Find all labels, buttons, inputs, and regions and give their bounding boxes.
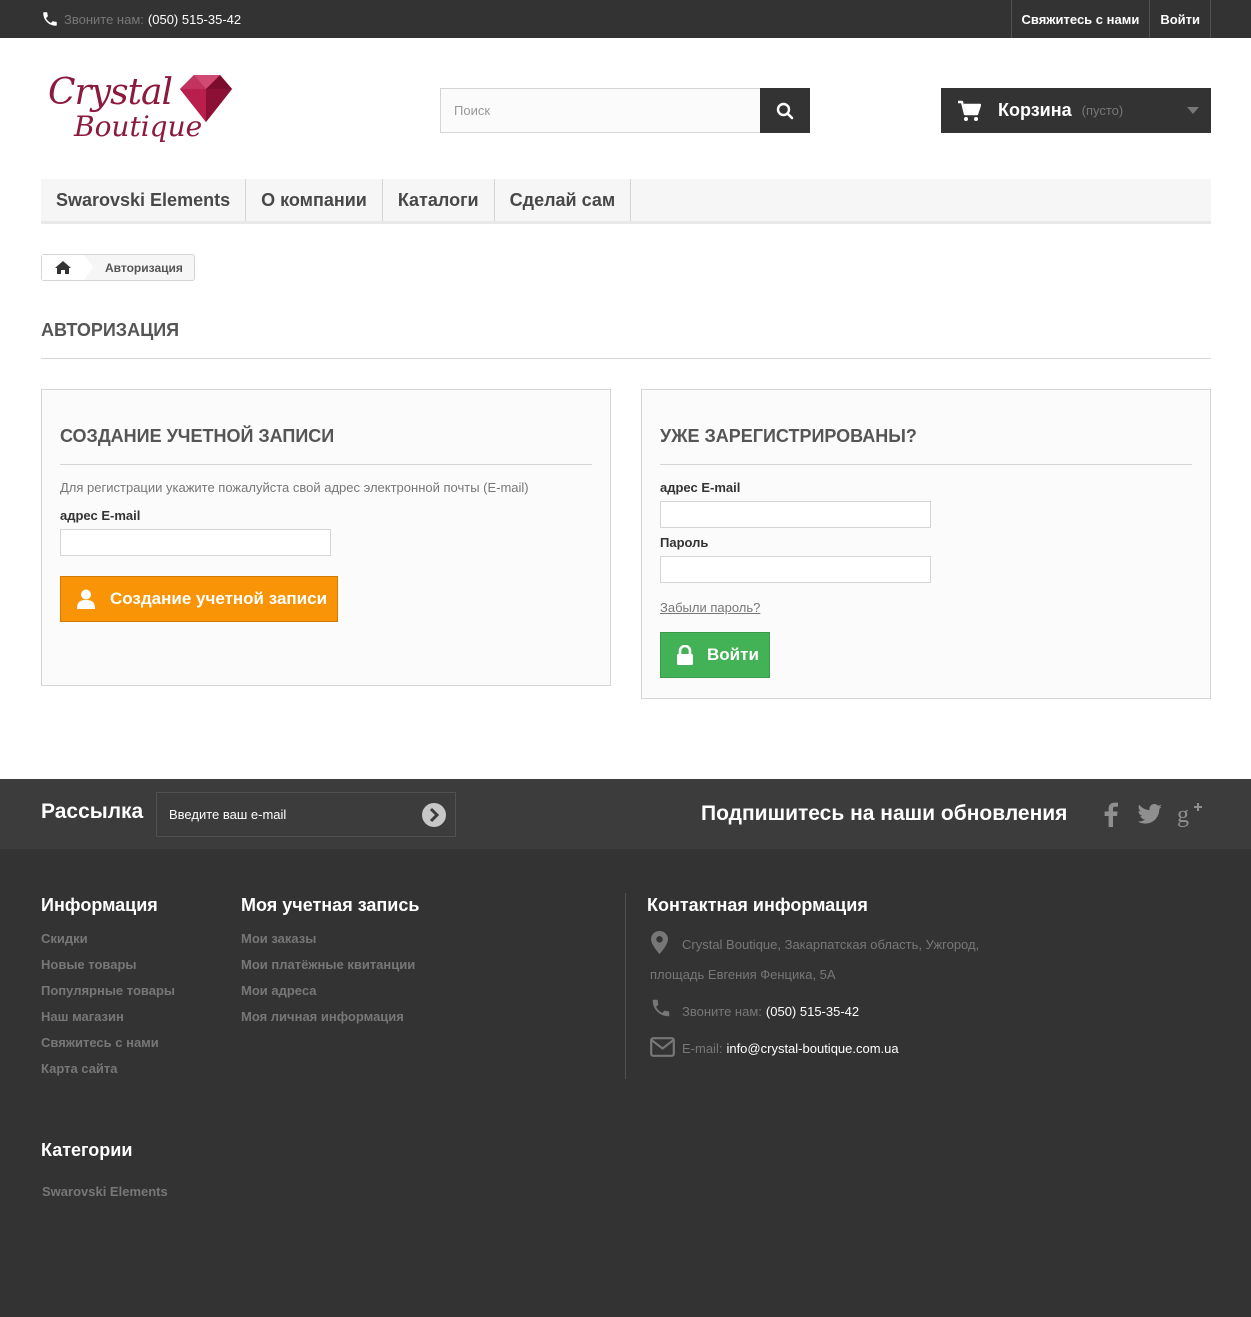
google-plus-icon[interactable]: g — [1177, 801, 1203, 827]
forgot-password-link[interactable]: Забыли пароль? — [660, 600, 760, 615]
logo[interactable]: Crystal Boutique — [48, 70, 238, 155]
footer-link-orders[interactable]: Мои заказы — [241, 931, 316, 946]
create-account-title: СОЗДАНИЕ УЧЕТНОЙ ЗАПИСИ — [60, 426, 592, 465]
cart-label: Корзина — [998, 100, 1072, 120]
envelope-icon — [650, 1037, 675, 1057]
top-links: Свяжитесь с нами Войти — [1010, 0, 1211, 38]
cart-icon — [958, 100, 981, 121]
login-link[interactable]: Войти — [1149, 0, 1211, 38]
cart-button[interactable]: Корзина (пусто) — [941, 88, 1211, 133]
create-email-field[interactable] — [60, 529, 331, 556]
search-button[interactable] — [760, 88, 810, 133]
newsletter-submit-icon[interactable] — [421, 802, 447, 828]
footer-link-new-products[interactable]: Новые товары — [41, 957, 137, 972]
contact-us-link[interactable]: Свяжитесь с нами — [1010, 0, 1150, 38]
breadcrumb-current: Авторизация — [105, 260, 183, 275]
footer-link-personal-info[interactable]: Моя личная информация — [241, 1009, 404, 1024]
menu-item-catalogs[interactable]: Каталоги — [383, 179, 495, 221]
footer-categories-title: Категории — [41, 1140, 133, 1160]
footer-account-title: Моя учетная запись — [241, 895, 420, 915]
footer: Информация Скидки Новые товары Популярны… — [0, 849, 1251, 1317]
footer-phone: Звоните нам: (050) 515-35-42 — [682, 1004, 859, 1019]
footer-link-addresses[interactable]: Мои адреса — [241, 983, 316, 998]
gem-icon — [180, 75, 232, 122]
cart-status: (пусто) — [1081, 103, 1124, 118]
footer-email-label: E-mail: — [682, 1041, 723, 1056]
phone-icon — [43, 12, 57, 26]
menu-item-about[interactable]: О компании — [246, 179, 383, 221]
footer-link-sitemap[interactable]: Карта сайта — [41, 1061, 118, 1076]
facebook-icon[interactable] — [1098, 801, 1124, 827]
create-account-button[interactable]: Создание учетной записи — [60, 576, 338, 622]
top-bar: Звоните нам: (050) 515-35-42 Свяжитесь с… — [0, 0, 1251, 38]
footer-info-title: Информация — [41, 895, 158, 915]
footer-category-swarovski[interactable]: Swarovski Elements — [42, 1184, 168, 1199]
footer-contact-title: Контактная информация — [647, 895, 868, 915]
footer-address-line2: площадь Евгения Фенцика, 5А — [650, 967, 836, 982]
login-button-label: Войти — [707, 645, 759, 664]
search-input[interactable] — [440, 88, 760, 133]
password-label: Пароль — [660, 535, 709, 550]
top-phone: Звоните нам: (050) 515-35-42 — [41, 0, 241, 38]
home-icon — [55, 261, 71, 274]
footer-address-line1: Crystal Boutique, Закарпатская область, … — [682, 937, 980, 952]
menu-item-swarovski[interactable]: Swarovski Elements — [41, 179, 247, 221]
newsletter-email-input[interactable] — [157, 793, 415, 836]
user-icon — [77, 589, 95, 609]
login-form: УЖЕ ЗАРЕГИСТРИРОВАНЫ? адрес E-mail Парол… — [641, 389, 1211, 699]
footer-email: E-mail: info@crystal-boutique.com.ua — [682, 1041, 899, 1056]
footer-divider — [625, 893, 626, 1079]
map-marker-icon — [651, 931, 668, 954]
footer-phone-label: Звоните нам: — [682, 1004, 762, 1019]
create-account-hint: Для регистрации укажите пожалуйста свой … — [60, 480, 529, 495]
footer-email-link[interactable]: info@crystal-boutique.com.ua — [726, 1041, 898, 1056]
newsletter-form — [156, 792, 456, 837]
phone-label: Звоните нам: — [64, 11, 144, 27]
menu-item-diy[interactable]: Сделай сам — [495, 179, 632, 221]
login-email-label: адрес E-mail — [660, 480, 741, 495]
login-button[interactable]: Войти — [660, 632, 770, 678]
footer-link-contact[interactable]: Свяжитесь с нами — [41, 1035, 159, 1050]
create-account-form: СОЗДАНИЕ УЧЕТНОЙ ЗАПИСИ Для регистрации … — [41, 389, 611, 686]
footer-phone-number: (050) 515-35-42 — [765, 1004, 860, 1019]
search-icon — [776, 102, 794, 119]
main-menu: Swarovski Elements О компании Каталоги С… — [41, 179, 1211, 224]
twitter-icon[interactable] — [1137, 801, 1163, 827]
footer-link-our-store[interactable]: Наш магазин — [41, 1009, 124, 1024]
create-email-label: адрес E-mail — [60, 508, 141, 523]
footer-link-credit-slips[interactable]: Мои платёжные квитанции — [241, 957, 415, 972]
search-bar — [440, 88, 810, 133]
phone-icon — [652, 999, 670, 1017]
footer-link-discounts[interactable]: Скидки — [41, 931, 88, 946]
svg-text:g: g — [1177, 802, 1189, 827]
create-account-button-label: Создание учетной записи — [110, 589, 328, 608]
login-title: УЖЕ ЗАРЕГИСТРИРОВАНЫ? — [660, 426, 1192, 465]
logo-text-crystal: Crystal — [48, 72, 173, 113]
follow-us-title: Подпишитесь на наши обновления — [701, 802, 1068, 825]
footer-link-popular[interactable]: Популярные товары — [41, 983, 175, 998]
breadcrumb: Авторизация — [41, 254, 195, 281]
breadcrumb-home[interactable] — [42, 255, 93, 280]
login-email-field[interactable] — [660, 501, 931, 528]
password-field[interactable] — [660, 556, 931, 583]
phone-number: (050) 515-35-42 — [147, 11, 242, 27]
page-title: АВТОРИЗАЦИЯ — [41, 320, 1211, 359]
newsletter-title: Рассылка — [41, 800, 144, 823]
chevron-down-icon — [1187, 107, 1199, 114]
newsletter-bar: Рассылка Подпишитесь на наши обновления … — [0, 779, 1251, 849]
lock-icon — [677, 645, 693, 665]
